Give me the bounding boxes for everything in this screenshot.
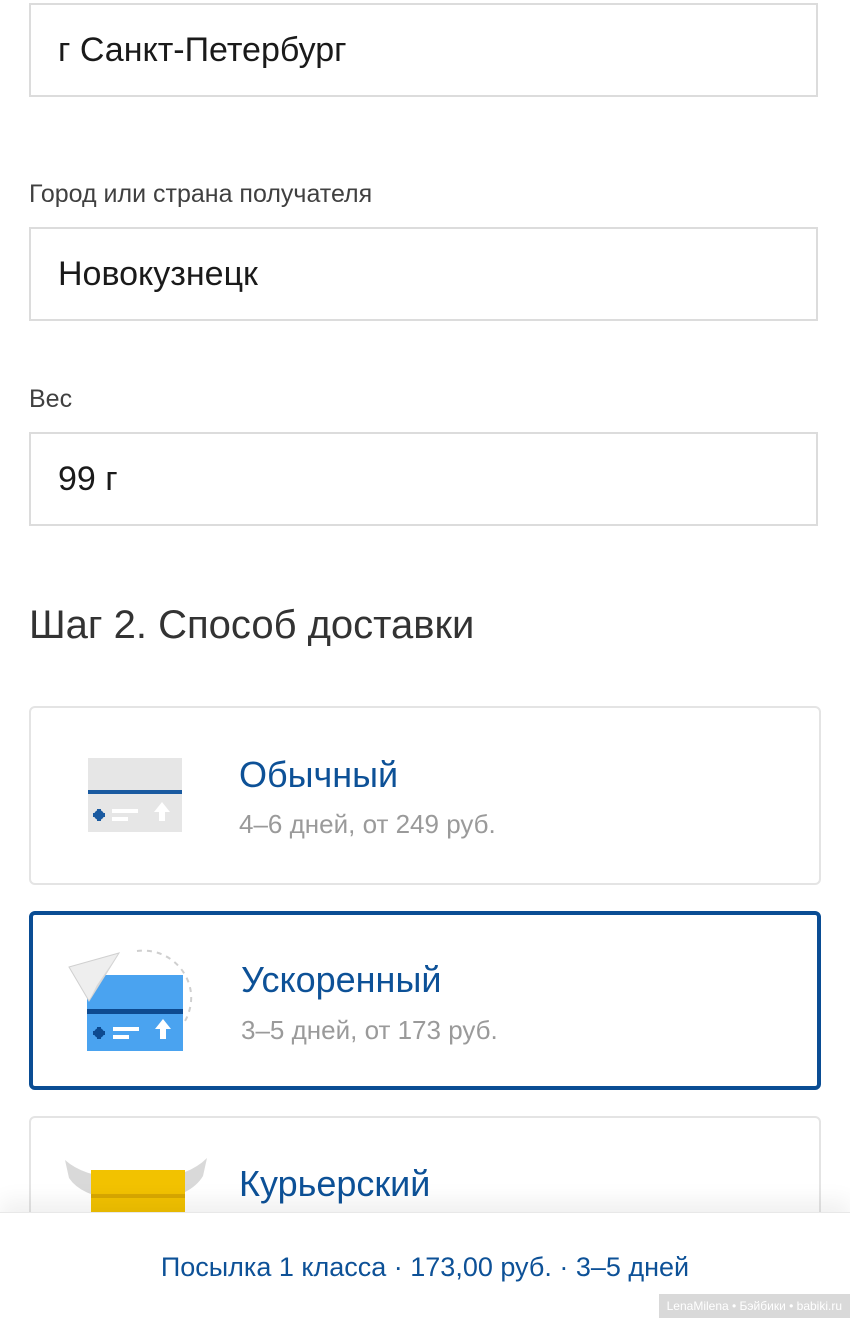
- sender-city-field[interactable]: [29, 3, 818, 97]
- delivery-option-title: Курьерский: [239, 1163, 431, 1204]
- recipient-city-input[interactable]: [31, 229, 816, 319]
- delivery-option-title: Обычный: [239, 754, 399, 795]
- sender-city-input[interactable]: [31, 5, 816, 95]
- envelope-express-icon: [68, 949, 193, 1051]
- weight-field[interactable]: [29, 432, 818, 526]
- weight-input[interactable]: [31, 434, 816, 524]
- envelope-regular-icon: [88, 758, 182, 832]
- recipient-city-label: Город или страна получателя: [29, 180, 373, 208]
- delivery-option-express[interactable]: Ускоренный 3–5 дней, от 173 руб.: [29, 911, 821, 1090]
- delivery-option-subtitle: 4–6 дней, от 249 руб.: [239, 809, 496, 839]
- summary-link[interactable]: Посылка 1 класса · 173,00 руб. · 3–5 дне…: [0, 1254, 850, 1281]
- delivery-option-regular[interactable]: Обычный 4–6 дней, от 249 руб.: [29, 706, 821, 885]
- recipient-city-field[interactable]: [29, 227, 818, 321]
- delivery-option-title: Ускоренный: [241, 959, 442, 1000]
- weight-label: Вес: [29, 385, 73, 413]
- watermark: LenaMilena • Бэйбики • babiki.ru: [658, 1294, 850, 1318]
- step2-title: Шаг 2. Способ доставки: [29, 603, 475, 647]
- delivery-option-subtitle: 3–5 дней, от 173 руб.: [241, 1015, 498, 1045]
